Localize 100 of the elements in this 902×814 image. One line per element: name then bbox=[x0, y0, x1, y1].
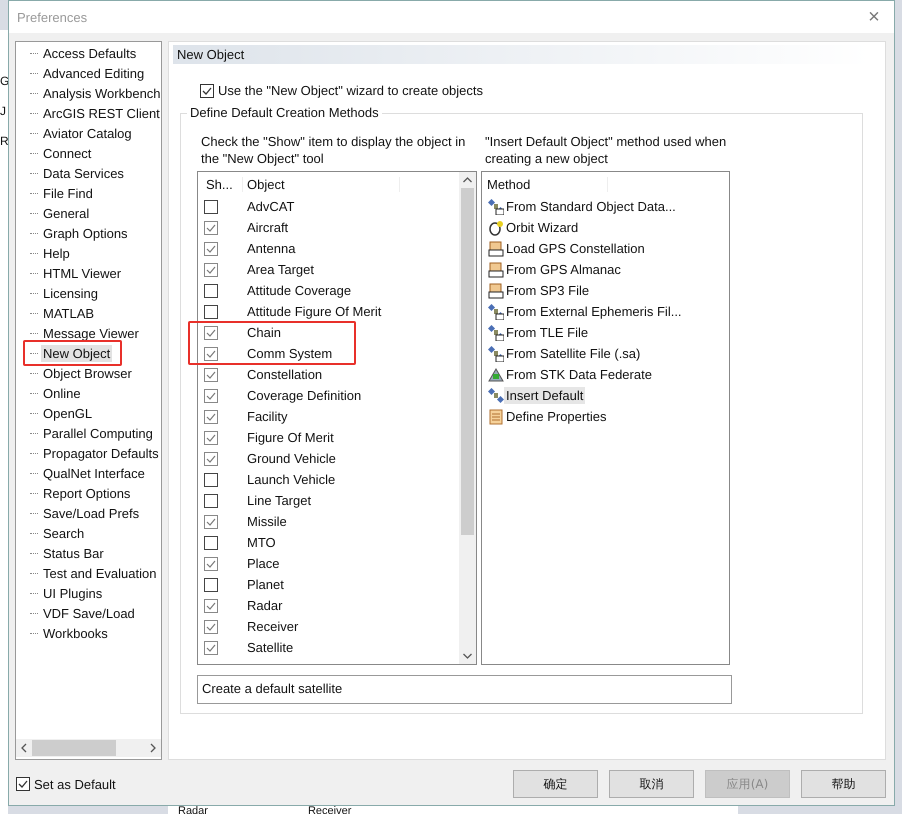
method-item[interactable]: Orbit Wizard bbox=[504, 219, 580, 236]
checkbox[interactable] bbox=[204, 430, 218, 444]
checkbox[interactable] bbox=[204, 304, 218, 318]
checkbox[interactable] bbox=[204, 410, 218, 424]
tree-item[interactable]: Help bbox=[41, 244, 72, 262]
checkbox[interactable] bbox=[204, 640, 218, 654]
background-text: R bbox=[0, 134, 8, 148]
method-item[interactable]: From Standard Object Data... bbox=[504, 198, 678, 215]
tree-item[interactable]: Licensing bbox=[41, 284, 100, 302]
checkbox[interactable] bbox=[204, 368, 218, 382]
tree-item[interactable]: Online bbox=[41, 384, 83, 402]
checkbox[interactable] bbox=[204, 556, 218, 570]
checkbox[interactable] bbox=[204, 262, 218, 276]
checkbox[interactable] bbox=[204, 388, 218, 402]
satellite-icon bbox=[488, 388, 504, 404]
object-name: Antenna bbox=[247, 241, 296, 256]
document-icon bbox=[488, 240, 504, 256]
tree-item[interactable]: Test and Evaluation bbox=[41, 564, 158, 582]
orbit-icon bbox=[488, 220, 504, 236]
method-item[interactable]: Define Properties bbox=[504, 408, 608, 425]
dialog-button[interactable]: 确定 bbox=[513, 770, 598, 798]
tree-item[interactable]: UI Plugins bbox=[41, 584, 104, 602]
object-name: Constellation bbox=[247, 367, 322, 382]
vertical-scrollbar[interactable] bbox=[459, 172, 476, 664]
method-item[interactable]: Insert Default bbox=[504, 387, 586, 404]
tree-item[interactable]: Analysis Workbench bbox=[41, 84, 161, 102]
column-header[interactable]: Method bbox=[482, 176, 608, 192]
method-item[interactable]: From External Ephemeris Fil... bbox=[504, 303, 684, 320]
close-button[interactable]: × bbox=[854, 1, 894, 33]
method-item[interactable]: From Satellite File (.sa) bbox=[504, 345, 642, 362]
background-text: Radar bbox=[178, 806, 208, 814]
tree-item[interactable]: Report Options bbox=[41, 484, 132, 502]
document-icon bbox=[488, 408, 504, 424]
method-item[interactable]: From SP3 File bbox=[504, 282, 592, 299]
object-name: Coverage Definition bbox=[247, 388, 362, 403]
background-text: Receiver bbox=[308, 806, 352, 814]
tree-item[interactable]: MATLAB bbox=[41, 304, 96, 322]
tree-item[interactable]: Parallel Computing bbox=[41, 424, 155, 442]
object-name: Comm System bbox=[247, 346, 332, 361]
checkbox[interactable] bbox=[204, 620, 218, 634]
tree-item[interactable]: Message Viewer bbox=[41, 324, 141, 342]
checkbox[interactable] bbox=[204, 494, 218, 508]
tree-item[interactable]: General bbox=[41, 204, 92, 222]
checkbox[interactable] bbox=[204, 536, 218, 550]
tree-item[interactable]: Advanced Editing bbox=[41, 64, 146, 82]
column-header[interactable]: Object bbox=[243, 176, 400, 192]
tree-item[interactable]: Aviator Catalog bbox=[41, 124, 134, 142]
checkbox[interactable] bbox=[204, 452, 218, 466]
tree-item[interactable]: Data Services bbox=[41, 164, 126, 182]
checkbox-label: Set as Default bbox=[34, 776, 116, 792]
satellite-icon bbox=[488, 346, 504, 362]
method-item[interactable]: Load GPS Constellation bbox=[504, 240, 647, 257]
tree-item[interactable]: Save/Load Prefs bbox=[41, 504, 142, 522]
checkbox[interactable] bbox=[204, 346, 218, 360]
horizontal-scrollbar[interactable] bbox=[16, 739, 161, 757]
checkbox[interactable] bbox=[204, 472, 218, 486]
document-icon bbox=[488, 262, 504, 278]
object-name: Aircraft bbox=[247, 220, 288, 235]
tree-item[interactable]: Object Browser bbox=[41, 364, 134, 382]
tree-item[interactable]: New Object bbox=[41, 344, 112, 362]
method-item[interactable]: From TLE File bbox=[504, 324, 590, 341]
tree-item[interactable]: HTML Viewer bbox=[41, 264, 124, 282]
checkbox[interactable] bbox=[204, 200, 218, 214]
tree-item[interactable]: Propagator Defaults bbox=[41, 444, 161, 462]
object-name: Attitude Coverage bbox=[247, 283, 352, 298]
checkbox[interactable] bbox=[204, 598, 218, 612]
checkbox[interactable] bbox=[204, 514, 218, 528]
object-name: Attitude Figure Of Merit bbox=[247, 304, 382, 319]
tree-item[interactable]: ArcGIS REST Client bbox=[41, 104, 161, 122]
tree-item[interactable]: OpenGL bbox=[41, 404, 94, 422]
tree-item[interactable]: QualNet Interface bbox=[41, 464, 147, 482]
column-header[interactable]: Sh... bbox=[198, 176, 243, 192]
object-name: Missile bbox=[247, 514, 287, 529]
checkbox[interactable] bbox=[200, 84, 214, 98]
object-name: Place bbox=[247, 556, 280, 571]
method-item[interactable]: From GPS Almanac bbox=[504, 261, 623, 278]
tree-item[interactable]: File Find bbox=[41, 184, 95, 202]
tree-item[interactable]: Graph Options bbox=[41, 224, 130, 242]
method-item[interactable]: From STK Data Federate bbox=[504, 366, 654, 383]
checkbox[interactable] bbox=[204, 242, 218, 256]
object-name: Launch Vehicle bbox=[247, 472, 336, 487]
checkbox-label: Use the "New Object" wizard to create objects bbox=[218, 83, 484, 98]
checkbox[interactable] bbox=[204, 326, 218, 340]
tree-item[interactable]: Workbooks bbox=[41, 624, 110, 642]
tree-item[interactable]: Connect bbox=[41, 144, 94, 162]
checkbox[interactable] bbox=[204, 578, 218, 592]
tree-item[interactable]: Status Bar bbox=[41, 544, 106, 562]
checkbox[interactable] bbox=[204, 284, 218, 298]
checkbox[interactable] bbox=[204, 220, 218, 234]
dialog-button[interactable]: 取消 bbox=[609, 770, 694, 798]
background-text: J bbox=[0, 104, 7, 118]
checkbox[interactable] bbox=[16, 777, 30, 791]
tree-item[interactable]: Access Defaults bbox=[41, 44, 138, 62]
tree-item[interactable]: Search bbox=[41, 524, 86, 542]
tree-item[interactable]: VDF Save/Load bbox=[41, 604, 137, 622]
object-name: Planet bbox=[247, 577, 284, 592]
satellite-icon bbox=[488, 304, 504, 320]
dialog-button[interactable]: 帮助 bbox=[801, 770, 886, 798]
object-name: Radar bbox=[247, 598, 282, 613]
object-name: Line Target bbox=[247, 493, 312, 508]
